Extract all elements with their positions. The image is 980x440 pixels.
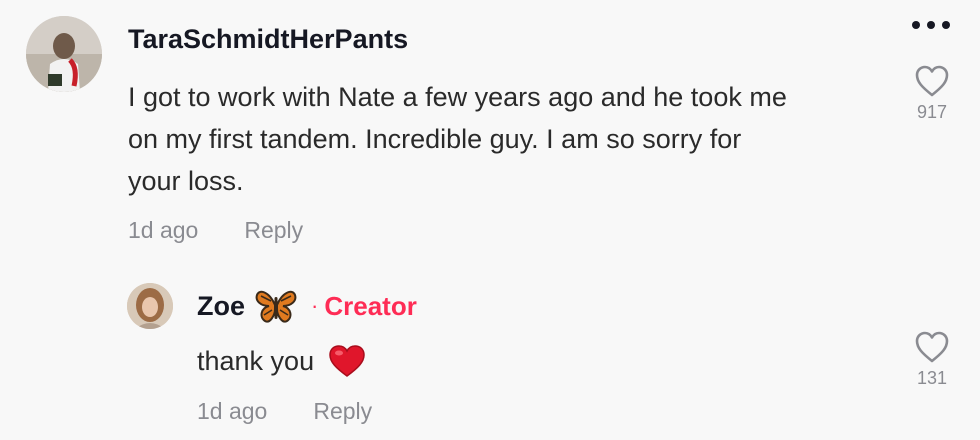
comment-timestamp: 1d ago	[128, 217, 199, 243]
creator-avatar[interactable]	[127, 283, 173, 329]
reply-meta: 1d ago Reply	[197, 398, 372, 425]
reply-text-content: thank you	[197, 346, 315, 376]
creator-badge: Creator	[324, 290, 417, 321]
like-count: 917	[916, 102, 948, 122]
more-options-icon[interactable]	[912, 18, 954, 32]
separator-dot: ·	[311, 293, 319, 318]
heart-outline-icon	[915, 65, 949, 97]
commenter-avatar[interactable]	[26, 16, 102, 92]
heart-outline-icon	[915, 331, 949, 363]
reply-button[interactable]: Reply	[244, 217, 303, 244]
comment-text: I got to work with Nate a few years ago …	[128, 76, 787, 202]
avatar-photo-icon	[26, 16, 102, 92]
butterfly-emoji-icon	[255, 290, 297, 323]
more-dot	[912, 21, 920, 29]
creator-username[interactable]: Zoe	[197, 291, 245, 322]
more-dot	[942, 21, 950, 29]
like-button[interactable]: 917	[909, 64, 955, 123]
reply-text: thank you	[197, 340, 366, 382]
comment-meta: 1d ago Reply	[128, 217, 303, 244]
red-heart-emoji-icon	[329, 345, 365, 377]
comment-thread: TaraSchmidtHerPants I got to work with N…	[0, 0, 980, 440]
like-button[interactable]: 131	[909, 330, 955, 389]
comment-text-line: I got to work with Nate a few years ago …	[128, 82, 787, 112]
reply-button[interactable]: Reply	[313, 398, 372, 425]
creator-header: Zoe · Creator	[197, 286, 417, 326]
like-count: 131	[916, 368, 948, 388]
avatar-photo-icon	[127, 283, 173, 329]
more-dot	[927, 21, 935, 29]
commenter-username[interactable]: TaraSchmidtHerPants	[128, 24, 408, 55]
reply-timestamp: 1d ago	[197, 398, 268, 424]
comment-text-line: your loss.	[128, 166, 244, 196]
comment-text-line: on my first tandem. Incredible guy. I am…	[128, 124, 742, 154]
